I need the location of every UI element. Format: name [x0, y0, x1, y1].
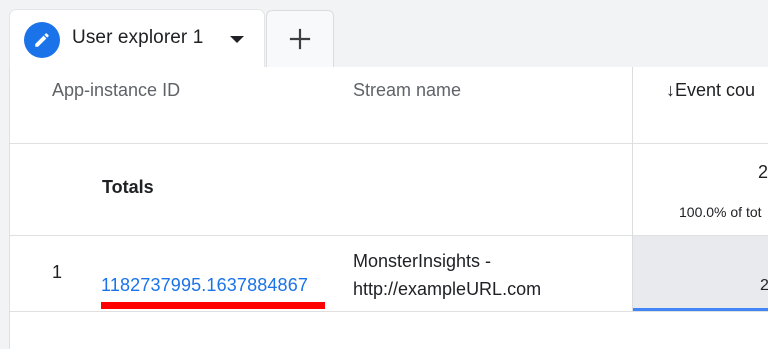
header-divider [10, 143, 768, 144]
report-table: App-instance ID Stream name ↓Event cou T… [9, 67, 768, 349]
row-divider [10, 311, 768, 312]
totals-percent: 100.0% of tot [679, 204, 762, 220]
event-count-bar [633, 308, 768, 311]
pencil-icon[interactable] [24, 22, 60, 58]
totals-event-count: 2 [758, 162, 768, 182]
add-tab-button[interactable] [266, 10, 334, 67]
row-index: 1 [52, 262, 63, 282]
stream-name-line-1: MonsterInsights - [353, 251, 492, 271]
column-header-stream-name[interactable]: Stream name [353, 80, 461, 101]
report-window: User explorer 1 App-instance ID Stream n… [0, 0, 768, 349]
chevron-down-icon[interactable] [230, 36, 244, 43]
column-header-event-count[interactable]: ↓Event cou [666, 80, 755, 101]
highlight-underline [101, 302, 325, 309]
column-header-app-instance-id[interactable]: App-instance ID [52, 80, 180, 101]
plus-icon [289, 28, 311, 50]
app-instance-id-link[interactable]: 1182737995.1637884867 [101, 275, 308, 296]
event-count-cell [633, 236, 768, 309]
tab-user-explorer[interactable]: User explorer 1 [10, 10, 264, 68]
tab-title: User explorer 1 [72, 27, 204, 48]
stream-name-line-2: http://exampleURL.com [353, 279, 542, 299]
row-event-count: 2 [760, 277, 768, 295]
totals-label: Totals [102, 177, 154, 197]
stream-name-cell: MonsterInsights - http://exampleURL.com [353, 247, 541, 303]
